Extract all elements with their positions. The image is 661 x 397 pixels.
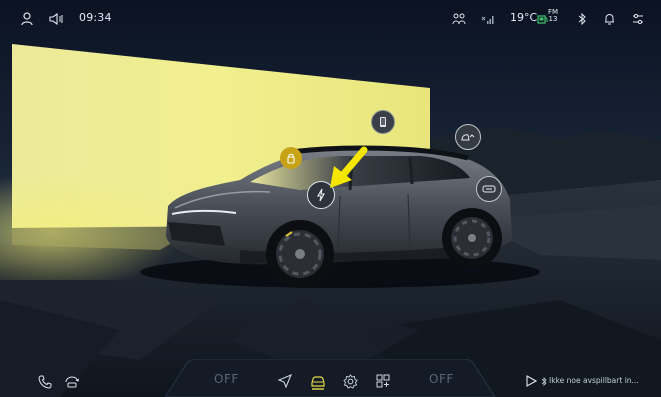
bell-icon[interactable]: [603, 9, 615, 29]
clock: 09:34: [79, 11, 112, 24]
media-status-text[interactable]: Ikke noe avspillbart in...: [549, 376, 639, 385]
navigation-icon[interactable]: [276, 372, 294, 390]
charge-port-icon: [482, 185, 496, 193]
car-icon[interactable]: [307, 370, 329, 392]
fm-radio-icon: FM 13: [546, 9, 560, 23]
fm-channel: 13: [548, 15, 558, 23]
car-sync-icon[interactable]: [63, 373, 81, 391]
phone-icon[interactable]: [36, 373, 54, 391]
charge-port-hotspot[interactable]: [476, 176, 502, 202]
car-home-screen: 09:34 19°C FM 13 OFF OFF Ikke noe avspil…: [0, 0, 661, 397]
bluetooth-icon: [540, 376, 548, 386]
pointer-arrow-icon: [330, 146, 368, 188]
lock-icon: [287, 153, 295, 164]
phone-key-hotspot[interactable]: [371, 110, 395, 134]
status-bar: 09:34 19°C FM 13: [0, 0, 661, 40]
apps-icon[interactable]: [374, 372, 392, 390]
bluetooth-icon[interactable]: [576, 9, 588, 29]
lock-hotspot[interactable]: [280, 147, 302, 169]
settings-icon[interactable]: [341, 372, 359, 390]
play-icon[interactable]: [523, 373, 539, 389]
people-icon[interactable]: [451, 9, 467, 29]
no-signal-icon: [480, 9, 496, 29]
right-climate-status[interactable]: OFF: [429, 372, 454, 386]
trunk-hotspot[interactable]: [455, 124, 481, 150]
phone-icon: [380, 117, 386, 127]
profile-icon[interactable]: [19, 9, 35, 29]
settings-sliders-icon[interactable]: [631, 9, 645, 29]
trunk-icon: [461, 134, 475, 141]
temperature: 19°C: [510, 11, 538, 24]
left-climate-status[interactable]: OFF: [214, 372, 239, 386]
volume-muted-icon[interactable]: [48, 9, 66, 29]
